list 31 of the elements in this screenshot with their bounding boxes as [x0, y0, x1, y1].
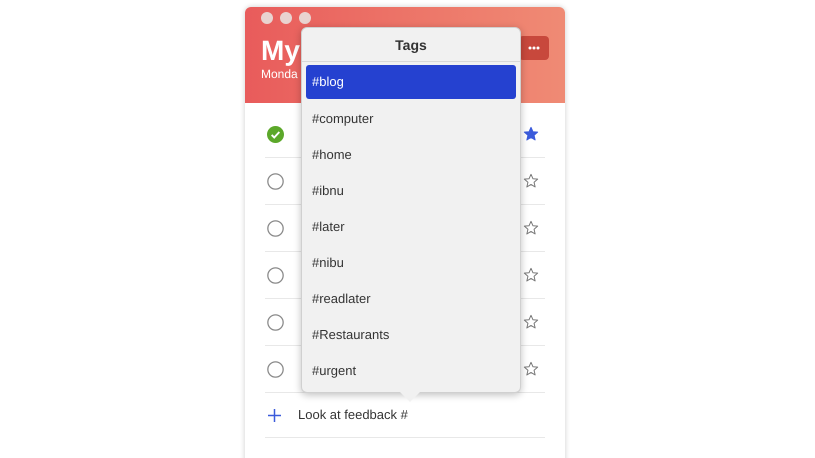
tag-option[interactable]: #blog: [306, 65, 516, 99]
star-icon[interactable]: [523, 267, 539, 283]
star-icon[interactable]: [523, 314, 539, 330]
list-title: My: [261, 36, 300, 66]
circle-checkbox-icon[interactable]: [267, 172, 284, 190]
star-icon[interactable]: [523, 173, 539, 189]
checked-circle-icon[interactable]: [267, 126, 284, 142]
new-task-field[interactable]: Look at feedback #: [298, 405, 518, 425]
star-icon[interactable]: [523, 361, 539, 377]
ellipsis-icon: [528, 46, 540, 50]
more-button[interactable]: [519, 36, 549, 60]
minimize-window-button[interactable]: [280, 12, 292, 24]
popover-title: Tags: [302, 28, 520, 62]
tag-option[interactable]: #readlater: [306, 281, 516, 317]
tag-option[interactable]: #later: [306, 209, 516, 245]
circle-checkbox-icon[interactable]: [267, 266, 284, 284]
zoom-window-button[interactable]: [299, 12, 311, 24]
circle-checkbox-icon[interactable]: [267, 220, 284, 236]
tag-option[interactable]: #Restaurants: [306, 317, 516, 353]
tag-option[interactable]: #nibu: [306, 245, 516, 281]
star-icon[interactable]: [523, 220, 539, 236]
tag-option[interactable]: #ibnu: [306, 173, 516, 209]
plus-icon[interactable]: [267, 408, 282, 422]
star-icon[interactable]: [523, 126, 539, 142]
close-window-button[interactable]: [261, 12, 273, 24]
tag-option[interactable]: #home: [306, 137, 516, 173]
circle-checkbox-icon[interactable]: [267, 360, 284, 378]
tag-option[interactable]: #urgent: [306, 353, 516, 389]
tag-option[interactable]: #computer: [306, 101, 516, 137]
circle-checkbox-icon[interactable]: [267, 314, 284, 330]
list-date: Monda: [261, 66, 299, 82]
